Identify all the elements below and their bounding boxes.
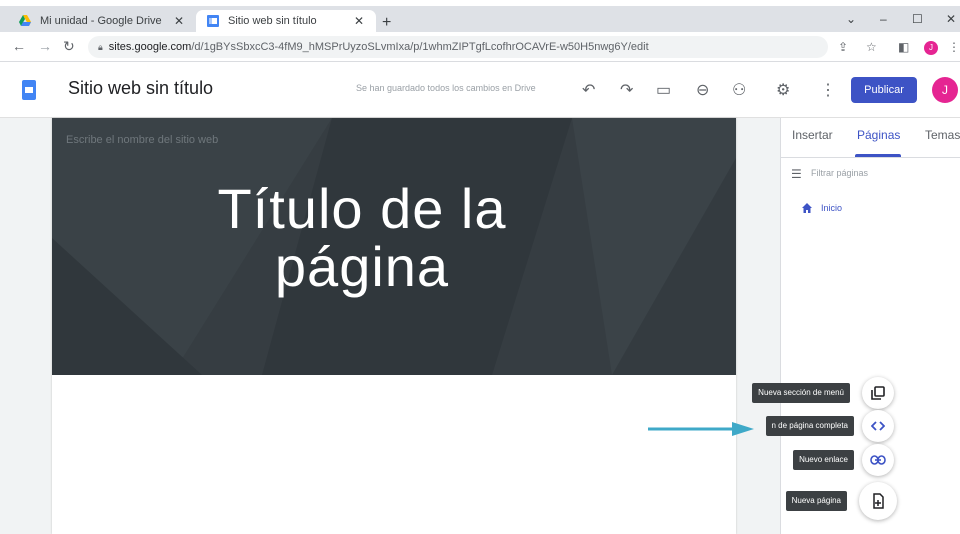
- header-banner[interactable]: Escribe el nombre del sitio web Título d…: [52, 118, 736, 375]
- fab-tooltip: Nueva página: [785, 491, 847, 511]
- editor-canvas: Escribe el nombre del sitio web Título d…: [0, 118, 780, 534]
- sites-logo-icon[interactable]: [22, 80, 36, 100]
- tab-google-drive[interactable]: Mi unidad - Google Drive ✕: [8, 10, 196, 32]
- minimize-icon[interactable]: –: [880, 12, 887, 26]
- window-close-icon[interactable]: ✕: [946, 12, 956, 26]
- site-title[interactable]: Sitio web sin título: [68, 78, 213, 99]
- new-page-icon[interactable]: [859, 482, 897, 520]
- share-with-others-icon[interactable]: ⚇: [732, 80, 746, 100]
- tab-temas[interactable]: Temas: [925, 128, 960, 142]
- url-input[interactable]: 🔒︎ sites.google.com/d/1gBYsSbxcC3-4fM9_h…: [88, 36, 828, 58]
- menu-section-icon[interactable]: [862, 377, 894, 409]
- address-bar-row: ← → ↻ 🔒︎ sites.google.com/d/1gBYsSbxcC3-…: [0, 32, 960, 62]
- page-title[interactable]: Título de la página: [52, 180, 672, 296]
- page-title-line-1: Título de la: [217, 177, 507, 240]
- more-options-icon[interactable]: ⋮: [820, 80, 836, 100]
- fab-tooltip: Nueva sección de menú: [752, 383, 850, 403]
- page-list-item-inicio[interactable]: Inicio: [801, 202, 842, 214]
- bookmark-star-icon[interactable]: ☆: [866, 40, 877, 54]
- filter-pages-input[interactable]: [811, 168, 951, 178]
- tab-label: Sitio web sin título: [228, 15, 317, 27]
- browser-menu-icon[interactable]: ⋮: [948, 40, 960, 54]
- share-icon[interactable]: ⇪: [838, 40, 848, 54]
- fab-tooltip: Nuevo enlace: [793, 450, 854, 470]
- link-icon[interactable]: [862, 444, 894, 476]
- site-name-input[interactable]: Escribe el nombre del sitio web: [66, 134, 218, 146]
- fab-item-new-link[interactable]: Nuevo enlace: [793, 450, 854, 470]
- saved-status: Se han guardado todos los cambios en Dri…: [356, 83, 536, 93]
- tab-insertar[interactable]: Insertar: [792, 128, 833, 142]
- page-item-label: Inicio: [821, 203, 843, 213]
- fab-item-new-page[interactable]: Nueva página: [785, 491, 847, 511]
- copy-link-icon[interactable]: ⊖: [696, 80, 709, 100]
- home-icon: [802, 203, 812, 213]
- close-icon[interactable]: ✕: [172, 14, 186, 28]
- tab-label: Mi unidad - Google Drive: [40, 15, 162, 27]
- tab-paginas[interactable]: Páginas: [857, 128, 900, 142]
- fab-item-menu-section[interactable]: Nueva sección de menú: [752, 383, 850, 403]
- panel-divider: [781, 157, 960, 158]
- close-icon[interactable]: ✕: [352, 14, 366, 28]
- user-avatar[interactable]: J: [932, 77, 958, 103]
- filter-icon: ☰: [791, 167, 802, 181]
- maximize-icon[interactable]: ☐: [912, 12, 923, 26]
- site-page[interactable]: Escribe el nombre del sitio web Título d…: [52, 118, 736, 534]
- fab-item-full-page-embed[interactable]: n de página completa: [765, 416, 854, 436]
- profile-avatar[interactable]: J: [924, 41, 938, 55]
- sites-app-header: Sitio web sin título Se han guardado tod…: [0, 62, 960, 118]
- tab-sitio-web[interactable]: Sitio web sin título ✕: [196, 10, 376, 32]
- publish-button[interactable]: Publicar: [851, 77, 917, 103]
- google-sites-icon: [207, 15, 219, 27]
- annotation-arrow: [648, 422, 754, 436]
- forward-icon[interactable]: →: [38, 38, 52, 54]
- tab-search-icon[interactable]: ⌄: [846, 12, 856, 26]
- google-drive-icon: [19, 15, 31, 26]
- side-panel-icon[interactable]: ◧: [898, 40, 909, 54]
- browser-tab-bar: Mi unidad - Google Drive ✕ Sitio web sin…: [0, 6, 960, 32]
- lock-icon: 🔒︎: [98, 41, 103, 52]
- undo-icon[interactable]: ↶: [582, 80, 595, 100]
- page-title-line-2: página: [274, 235, 450, 298]
- code-icon[interactable]: [862, 410, 894, 442]
- url-text: sites.google.com/d/1gBYsSbxcC3-4fM9_hMSP…: [108, 41, 649, 53]
- redo-icon[interactable]: ↷: [620, 80, 633, 100]
- reload-icon[interactable]: ↻: [63, 38, 75, 55]
- settings-gear-icon[interactable]: ⚙: [776, 80, 790, 100]
- back-icon[interactable]: ←: [12, 38, 26, 54]
- preview-icon[interactable]: ▭: [656, 80, 671, 100]
- fab-tooltip: n de página completa: [765, 416, 854, 436]
- new-tab-icon[interactable]: +: [382, 14, 391, 32]
